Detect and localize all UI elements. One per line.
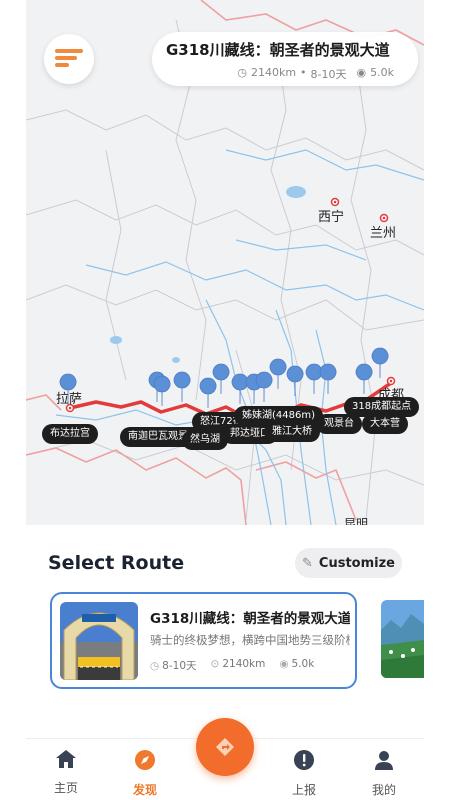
clock-icon: ◷: [237, 66, 247, 79]
navigate-fab-button[interactable]: [196, 718, 254, 776]
pin-label-view[interactable]: 观景台: [316, 414, 362, 434]
menu-button[interactable]: [44, 34, 94, 84]
customize-label: Customize: [318, 555, 395, 571]
alert-icon: [294, 750, 314, 770]
user-icon: [375, 751, 393, 770]
nav-home[interactable]: 主页: [36, 749, 96, 796]
clock-icon: ◷: [150, 660, 160, 672]
pin-label-bridge[interactable]: 雅江大桥: [264, 422, 320, 442]
route-duration: 8-10天: [310, 68, 347, 81]
city-label-xining: 西宁: [318, 210, 345, 225]
meta-separator: •: [300, 66, 307, 79]
wrench-icon: ✎: [302, 555, 313, 571]
menu-icon: [55, 49, 83, 53]
pin-label-base[interactable]: 大本营: [362, 414, 408, 434]
route-card-desc: 骑士的终极梦想，横跨中国地势三级阶梯: [150, 633, 350, 647]
route-card-meta: ◷ 8-10天 ⊙ 2140km ◉ 5.0k: [150, 658, 314, 673]
nav-discover-label: 发现: [132, 783, 157, 797]
pin-label-start[interactable]: 318成都起点: [344, 397, 420, 417]
nav-discover[interactable]: 发现: [115, 749, 175, 798]
location-icon: ⊙: [210, 658, 220, 670]
nav-report-label: 上报: [291, 783, 316, 797]
nav-report[interactable]: 上报: [274, 749, 334, 798]
route-distance: 2140km: [250, 66, 297, 79]
route-card[interactable]: G318川藏线：朝圣者的景观大道 骑士的终极梦想，横跨中国地势三级阶梯 ◷ 8-1…: [50, 592, 357, 689]
route-thumbnail-image: [60, 602, 138, 680]
nav-home-label: 主页: [53, 781, 78, 795]
eye-icon: ◉: [356, 66, 367, 79]
route-card-distance: 2140km: [222, 658, 266, 670]
route-title-card[interactable]: G318川藏线：朝圣者的景观大道 ◷ 2140km • 8-10天 ◉ 5.0k: [152, 32, 418, 86]
customize-button[interactable]: ✎ Customize: [295, 548, 402, 578]
route-card-duration: 8-10天: [162, 660, 197, 672]
menu-icon-bar: [55, 56, 77, 60]
city-label-lanzhou: 兰州: [370, 226, 397, 241]
route-views: 5.0k: [370, 66, 394, 79]
pin-label-potala[interactable]: 布达拉宫: [42, 424, 98, 444]
section-title: Select Route: [48, 552, 185, 574]
eye-icon: ◉: [279, 658, 289, 670]
nav-mine[interactable]: 我的: [354, 749, 414, 798]
home-icon: [56, 750, 76, 768]
next-route-thumbnail: [381, 600, 424, 678]
navigation-icon: [216, 738, 234, 756]
city-label-lhasa: 拉萨: [56, 392, 83, 407]
route-meta: ◷ 2140km • 8-10天 ◉ 5.0k: [166, 66, 406, 82]
route-card-title: G318川藏线：朝圣者的景观大道: [150, 611, 350, 627]
nav-mine-label: 我的: [371, 783, 396, 797]
next-route-card[interactable]: [381, 600, 424, 678]
menu-icon-bar: [55, 63, 69, 67]
compass-icon: [135, 750, 155, 770]
city-label-kunming: 昆明: [344, 517, 369, 525]
route-thumbnail: [60, 602, 138, 680]
route-card-views: 5.0k: [291, 658, 315, 670]
route-title: G318川藏线：朝圣者的景观大道: [166, 41, 390, 59]
